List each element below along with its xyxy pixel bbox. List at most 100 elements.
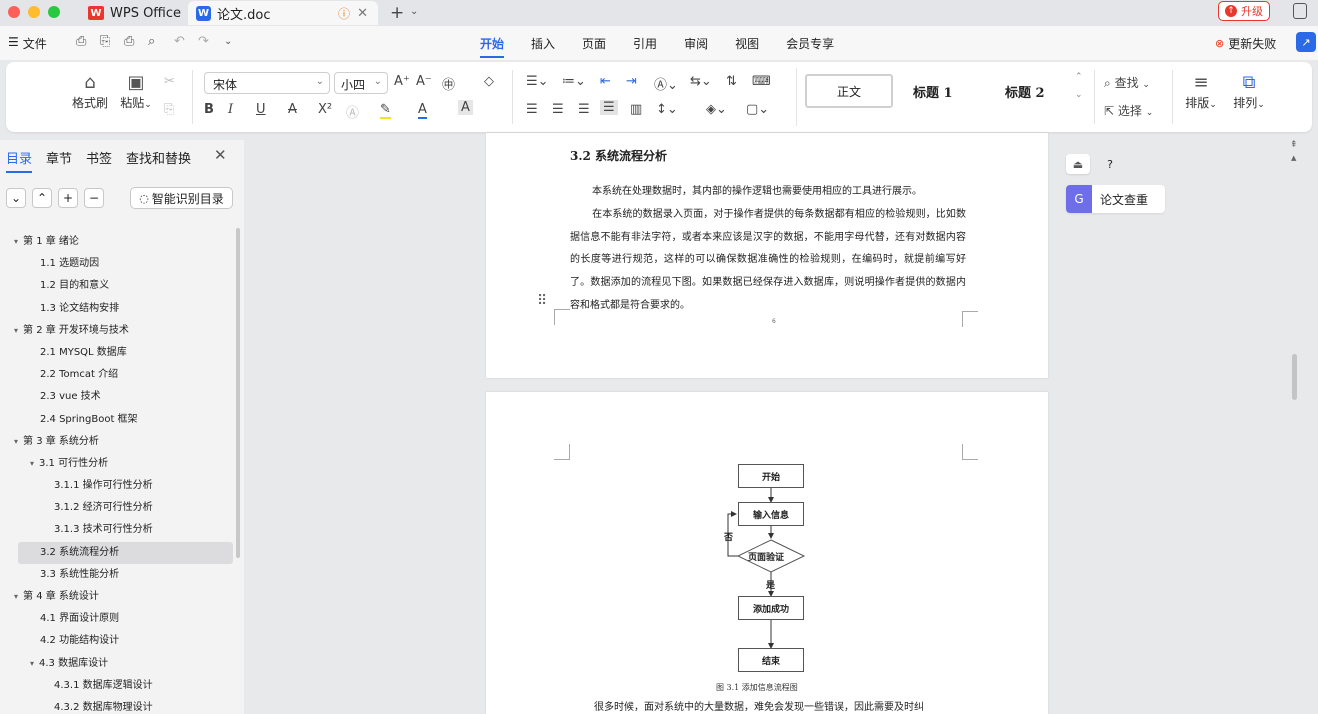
panel-scrollbar[interactable] — [236, 228, 240, 558]
export-icon[interactable]: ⎘ — [100, 34, 110, 49]
tab-insert[interactable]: 插入 — [531, 35, 555, 58]
expand-toggle-icon[interactable]: ▾ — [30, 659, 34, 668]
numbered-list-icon[interactable]: ≔⌄ — [562, 74, 586, 89]
border-icon[interactable]: ▢⌄ — [746, 102, 769, 117]
share-button[interactable]: ↗ — [1296, 32, 1316, 52]
expand-toggle-icon[interactable]: ▾ — [14, 592, 18, 601]
paste-button[interactable]: ▣ 粘贴⌄ — [116, 72, 156, 111]
chevron-up-icon[interactable]: ⌃ — [1075, 72, 1083, 82]
line-spacing-icon[interactable]: ↕⌄ — [656, 102, 678, 117]
save-icon[interactable]: ⎙ — [76, 34, 86, 49]
find-button[interactable]: ⌕ 查找 ⌄ — [1104, 74, 1150, 91]
toc-item[interactable]: 2.1 MYSQL 数据库 — [0, 342, 236, 364]
scroll-top-icon[interactable]: ⇞ — [1290, 140, 1298, 150]
select-button[interactable]: ⇱ 选择 ⌄ — [1104, 102, 1153, 119]
flow-success[interactable]: 添加成功 — [738, 596, 804, 620]
zoom-window-button[interactable] — [48, 6, 60, 18]
print-icon[interactable]: ⎙ — [124, 34, 134, 49]
cut-icon[interactable]: ✂ — [164, 74, 175, 89]
upgrade-button[interactable]: ↑ 升级 — [1218, 1, 1270, 21]
toc-item[interactable]: 4.3.2 数据库物理设计 — [0, 697, 236, 714]
print-preview-icon[interactable]: ⌕ — [148, 34, 155, 49]
toc-item[interactable]: ▾ 3.1 可行性分析 — [0, 453, 236, 475]
expand-toggle-icon[interactable]: ▾ — [14, 237, 18, 246]
drag-handle-icon[interactable]: ⠿ — [537, 293, 547, 309]
body-paragraph[interactable]: 本系统在处理数据时，其内部的操作逻辑也需要使用相应的工具进行展示。 在本系统的数… — [570, 181, 966, 318]
scroll-up-icon[interactable]: ▲ — [1291, 154, 1296, 162]
window-layout-icon[interactable] — [1293, 3, 1307, 19]
align-center-icon[interactable]: ☰ — [552, 102, 564, 117]
align-left-icon[interactable]: ☰ — [526, 102, 538, 117]
toc-item[interactable]: ▾ 第 1 章 绪论 — [0, 231, 236, 253]
update-status[interactable]: ⊗ 更新失败 — [1215, 35, 1276, 52]
superscript-icon[interactable]: X² — [318, 102, 332, 117]
toc-item[interactable]: ▾ 第 3 章 系统分析 — [0, 431, 236, 453]
flow-input[interactable]: 输入信息 — [738, 502, 804, 526]
file-menu[interactable]: ☰ 文件 — [8, 35, 47, 52]
toc-item[interactable]: 3.1.3 技术可行性分析 — [0, 519, 236, 541]
arrange-button[interactable]: ⧉ 排列⌄ — [1230, 72, 1268, 111]
remove-heading-button[interactable]: − — [84, 188, 104, 208]
toc-item[interactable]: ▾ 4.3 数据库设计 — [0, 653, 236, 675]
font-size-select[interactable]: 小四 ⌄ — [334, 72, 388, 94]
increase-indent-icon[interactable]: ⇥ — [626, 74, 637, 89]
toc-item[interactable]: 4.2 功能结构设计 — [0, 630, 236, 652]
font-family-select[interactable]: 宋体 ⌄ — [204, 72, 330, 94]
tab-chapters[interactable]: 章节 — [46, 148, 72, 173]
italic-icon[interactable]: I — [228, 102, 233, 117]
toc-item[interactable]: 3.1.2 经济可行性分析 — [0, 497, 236, 519]
new-tab-icon[interactable]: + — [390, 3, 404, 23]
toc-item[interactable]: 2.4 SpringBoot 框架 — [0, 409, 236, 431]
decrease-indent-icon[interactable]: ⇤ — [600, 74, 611, 89]
increase-font-icon[interactable]: A⁺ — [394, 74, 410, 89]
toc-item[interactable]: ▾ 第 2 章 开发环境与技术 — [0, 320, 236, 342]
toc-item[interactable]: 4.3.1 数据库逻辑设计 — [0, 675, 236, 697]
close-panel-icon[interactable]: ✕ — [214, 146, 227, 164]
toc-item[interactable]: 1.3 论文结构安排 — [0, 298, 236, 320]
tab-toc[interactable]: 目录 — [6, 148, 33, 173]
copy-icon[interactable]: ⎘ — [164, 102, 174, 117]
format-painter-button[interactable]: ⌂ 格式刷 — [70, 72, 110, 111]
show-marks-icon[interactable]: ⌨ — [752, 74, 771, 89]
decrease-font-icon[interactable]: A⁻ — [416, 74, 432, 89]
tab-review[interactable]: 审阅 — [684, 35, 708, 58]
chevron-down-icon[interactable]: ⌄ — [410, 6, 418, 17]
collapse-button[interactable]: ⌃ — [32, 188, 52, 208]
char-shading-icon[interactable]: A — [458, 100, 473, 115]
flow-end[interactable]: 结束 — [738, 648, 804, 672]
document-scrollbar[interactable] — [1292, 354, 1297, 400]
undo-icon[interactable]: ↶ — [174, 34, 185, 49]
expand-toggle-icon[interactable]: ▾ — [30, 459, 34, 468]
clear-format-icon[interactable]: ◇ — [484, 74, 494, 89]
info-icon[interactable]: ⓘ — [338, 5, 350, 22]
doc-tab[interactable]: W 论文.doc ⓘ ✕ — [188, 1, 378, 25]
toc-item[interactable]: 3.2 系统流程分析 — [18, 541, 233, 564]
shading-icon[interactable]: ◈⌄ — [706, 102, 727, 117]
layout-button[interactable]: ≡ 排版⌄ — [1182, 72, 1220, 111]
tab-find-replace[interactable]: 查找和替换 — [126, 148, 191, 173]
style-heading-2[interactable]: 标题 2 — [1005, 82, 1045, 101]
underline-icon[interactable]: U — [256, 102, 266, 117]
style-normal[interactable]: 正文 — [805, 74, 893, 108]
toc-item[interactable]: 3.3 系统性能分析 — [0, 564, 236, 586]
expand-toggle-icon[interactable]: ▾ — [14, 326, 18, 335]
redo-icon[interactable]: ↷ — [198, 34, 209, 49]
align-right-icon[interactable]: ☰ — [578, 102, 590, 117]
chevron-down-icon[interactable]: ⌄ — [1075, 90, 1083, 100]
collapse-toolbar-button[interactable]: ⏏ — [1066, 154, 1090, 174]
toc-item[interactable]: ▾ 第 4 章 系统设计 — [0, 586, 236, 608]
toc-item[interactable]: 2.2 Tomcat 介绍 — [0, 364, 236, 386]
strikethrough-icon[interactable]: A — [288, 102, 297, 117]
tab-bookmarks[interactable]: 书签 — [86, 148, 112, 173]
body-paragraph[interactable]: 很多时候，面对系统中的大量数据，难免会发现一些错误，因此需要及时纠 — [594, 698, 924, 713]
justify-icon[interactable]: ☰ — [600, 100, 618, 115]
minimize-window-button[interactable] — [28, 6, 40, 18]
expand-toggle-icon[interactable]: ▾ — [14, 437, 18, 446]
sort-icon[interactable]: ⇅ — [726, 74, 737, 89]
smart-toc-button[interactable]: ◌ 智能识别目录 — [130, 187, 233, 209]
flow-start[interactable]: 开始 — [738, 464, 804, 488]
chinese-layout-icon[interactable]: Ⓐ⌄ — [654, 74, 678, 93]
tab-view[interactable]: 视图 — [735, 35, 759, 58]
font-color-icon[interactable]: A — [418, 102, 427, 119]
toc-item[interactable]: 2.3 vue 技术 — [0, 386, 236, 408]
